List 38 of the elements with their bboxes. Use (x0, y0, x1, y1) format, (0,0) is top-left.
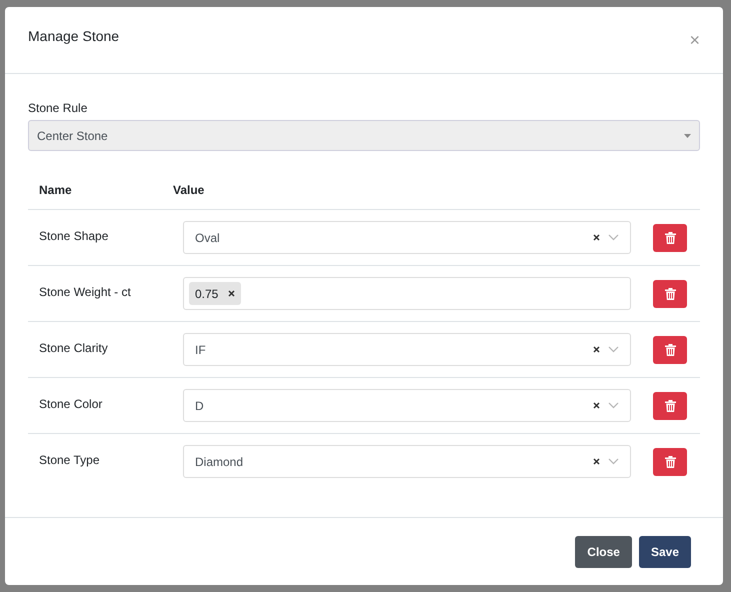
row-name: Stone Weight - ct (38, 284, 132, 301)
value-select[interactable]: D (183, 389, 631, 422)
save-button[interactable]: Save (638, 536, 691, 568)
value-select[interactable]: Diamond (183, 445, 631, 478)
delete-button[interactable] (653, 336, 687, 364)
delete-button[interactable] (653, 448, 687, 476)
close-footer-button[interactable]: Close (575, 536, 632, 568)
chevron-down-icon (608, 458, 619, 465)
value-select[interactable]: IF (183, 333, 631, 366)
dropdown-arrow-icon (684, 134, 691, 138)
clear-icon[interactable] (593, 458, 600, 465)
trash-icon (664, 456, 676, 468)
modal-title: Manage Stone (28, 26, 120, 46)
chevron-down-icon (608, 234, 619, 241)
delete-button[interactable] (653, 392, 687, 420)
clear-icon[interactable] (593, 234, 600, 241)
row-name: Stone Clarity (38, 340, 109, 357)
row-name: Stone Color (38, 396, 104, 413)
trash-icon (664, 288, 676, 300)
field-label: Stone Rule (28, 100, 88, 117)
chevron-down-icon (608, 402, 619, 409)
stone-rule-select[interactable]: Center Stone (28, 120, 700, 151)
clear-icon[interactable] (593, 346, 600, 353)
tags-field[interactable]: 0.75 (183, 277, 631, 310)
chevron-down-icon (608, 346, 619, 353)
trash-icon (664, 344, 676, 356)
trash-icon (664, 400, 676, 412)
column-header: Value (173, 182, 204, 199)
row-name: Stone Type (38, 452, 100, 469)
delete-button[interactable] (653, 224, 687, 252)
value-tag: 0.75 (189, 282, 242, 305)
delete-button[interactable] (653, 280, 687, 308)
row-name: Stone Shape (38, 228, 110, 245)
clear-icon[interactable] (228, 290, 236, 297)
value-select[interactable]: Oval (183, 221, 631, 254)
trash-icon (664, 232, 676, 244)
clear-icon[interactable] (593, 402, 600, 409)
column-header: Name (38, 182, 73, 199)
